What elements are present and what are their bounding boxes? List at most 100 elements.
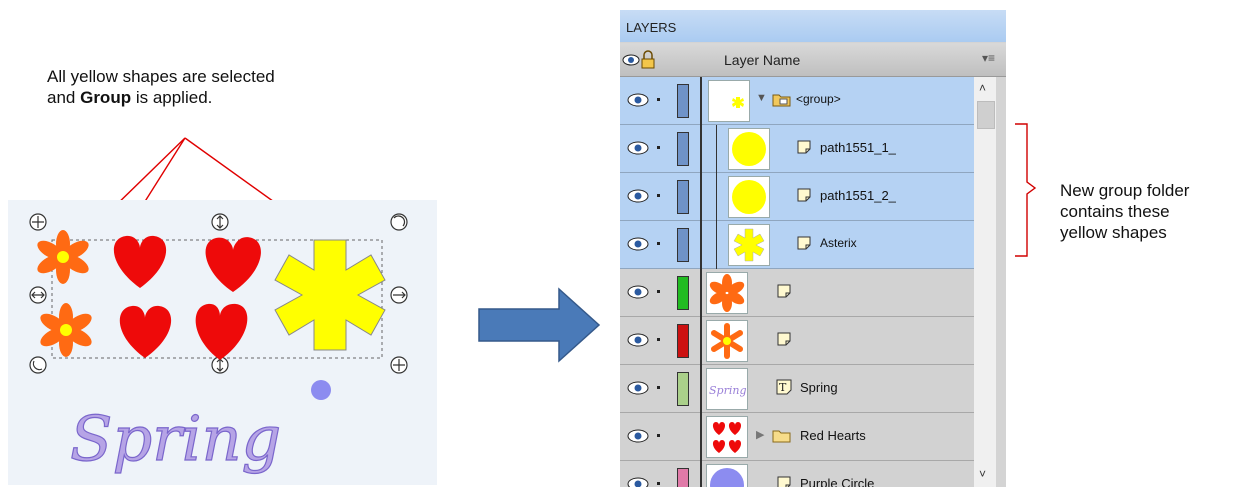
layer-name[interactable]: path1551_2_: [820, 188, 896, 203]
orange-flower-bottom: [40, 303, 92, 357]
lock-dot[interactable]: [657, 386, 660, 389]
scroll-thumb[interactable]: [977, 101, 995, 129]
eye-icon[interactable]: [626, 331, 654, 349]
red-hearts: [113, 235, 261, 360]
panel-title-bar: LAYERS: [620, 10, 1006, 42]
lock-dot[interactable]: [657, 242, 660, 245]
path-icon: [777, 476, 791, 487]
header-eye-lock-icons: [622, 50, 655, 69]
row-divider: [700, 125, 702, 173]
layer-row-orange-star[interactable]: [620, 317, 974, 365]
row-divider: [700, 413, 702, 461]
layer-thumbnail: [706, 416, 748, 458]
layer-thumbnail: Spring: [706, 368, 748, 410]
group-indent-line: [716, 125, 717, 173]
layer-row-red-hearts[interactable]: ▶ Red Hearts: [620, 413, 974, 461]
layer-row-path1551-1[interactable]: path1551_1_: [620, 125, 974, 173]
header-menu-icon[interactable]: ▾≡: [982, 51, 995, 65]
row-divider: [700, 365, 702, 413]
layer-row-asterix[interactable]: Asterix: [620, 221, 974, 269]
svg-text:T: T: [779, 381, 787, 394]
eye-icon[interactable]: [626, 283, 654, 301]
lock-dot[interactable]: [657, 434, 660, 437]
group-bracket: [1015, 123, 1037, 257]
layer-name[interactable]: path1551_1_: [820, 140, 896, 155]
layer-thumbnail: [708, 80, 750, 122]
lock-dot[interactable]: [657, 194, 660, 197]
row-divider: [700, 461, 702, 487]
panel-title: LAYERS: [626, 20, 677, 35]
layer-row-path1551-2[interactable]: path1551_2_: [620, 173, 974, 221]
right-annotation: New group folder contains these yellow s…: [1060, 180, 1250, 243]
layer-thumbnail: [706, 272, 748, 314]
path-icon: [797, 188, 811, 202]
yellow-asterisk: [274, 239, 386, 351]
column-header: Layer Name ▾≡: [620, 43, 1006, 77]
path-icon: [777, 332, 791, 346]
folder-icon: [772, 430, 791, 443]
lock-dot[interactable]: [657, 482, 660, 485]
layer-name[interactable]: <group>: [796, 92, 841, 106]
layer-color-swatch[interactable]: [677, 228, 689, 262]
path-icon: [797, 140, 811, 154]
design-canvas[interactable]: Spring: [8, 200, 437, 485]
row-divider: [700, 317, 702, 365]
purple-circle: [311, 380, 331, 400]
group-folder-icon: [772, 94, 791, 107]
layer-thumbnail: [706, 320, 748, 362]
spring-thumb-text: Spring: [709, 384, 746, 397]
layers-panel: LAYERS Layer Name ▾≡ ▼ <group> path1551_…: [620, 10, 1006, 487]
eye-icon[interactable]: [626, 139, 654, 157]
layer-thumbnail: [728, 224, 770, 266]
layer-color-swatch[interactable]: [677, 276, 689, 310]
path-icon: [797, 236, 811, 250]
lock-dot[interactable]: [657, 290, 660, 293]
eye-icon[interactable]: [626, 235, 654, 253]
lock-dot[interactable]: [657, 146, 660, 149]
expand-triangle-icon[interactable]: ▼: [756, 92, 767, 104]
layer-row-purple-circle[interactable]: Purple Circle: [620, 461, 974, 487]
lock-dot[interactable]: [657, 338, 660, 341]
eye-icon[interactable]: [626, 91, 654, 109]
layer-color-swatch[interactable]: [677, 180, 689, 214]
scroll-down-icon[interactable]: ˅: [979, 467, 986, 481]
layers-list: ▼ <group> path1551_1_ path1551_2_ Asteri…: [620, 77, 974, 487]
right-annotation-line1: New group folder: [1060, 181, 1190, 200]
lock-dot[interactable]: [657, 98, 660, 101]
layers-scrollbar[interactable]: ˄ ˅: [974, 77, 996, 487]
layer-name[interactable]: Red Hearts: [800, 428, 866, 443]
layer-color-swatch[interactable]: [677, 324, 689, 358]
eye-icon[interactable]: [626, 187, 654, 205]
spring-text: Spring: [70, 402, 281, 475]
column-header-label: Layer Name: [724, 52, 801, 68]
collapsed-triangle-icon[interactable]: ▶: [756, 428, 764, 441]
right-annotation-line3: yellow shapes: [1060, 223, 1167, 242]
layer-color-swatch[interactable]: [677, 132, 689, 166]
eye-icon[interactable]: [626, 475, 654, 487]
layer-name[interactable]: Purple Circle: [800, 476, 874, 487]
canvas-artwork: Spring: [29, 213, 408, 476]
layer-name[interactable]: Spring: [800, 380, 838, 395]
layer-color-swatch[interactable]: [677, 468, 689, 487]
eye-icon[interactable]: [626, 379, 654, 397]
group-indent-line: [716, 173, 717, 221]
row-divider: [700, 77, 702, 125]
layer-name[interactable]: Asterix: [820, 236, 857, 250]
layer-row-orange-flower[interactable]: [620, 269, 974, 317]
layer-color-swatch[interactable]: [677, 84, 689, 118]
row-divider: [700, 269, 702, 317]
layer-thumbnail: [728, 176, 770, 218]
path-icon: [777, 284, 791, 298]
layer-row-spring[interactable]: Spring T Spring: [620, 365, 974, 413]
text-layer-icon: T: [776, 379, 792, 395]
blue-arrow: [478, 287, 601, 363]
orange-flower-top: [37, 230, 89, 284]
layer-thumbnail: [728, 128, 770, 170]
row-divider: [700, 173, 702, 221]
group-indent-line: [716, 221, 717, 269]
eye-icon[interactable]: [626, 427, 654, 445]
row-divider: [700, 221, 702, 269]
layer-row-group[interactable]: ▼ <group>: [620, 77, 974, 125]
scroll-up-icon[interactable]: ˄: [979, 81, 986, 95]
layer-color-swatch[interactable]: [677, 372, 689, 406]
